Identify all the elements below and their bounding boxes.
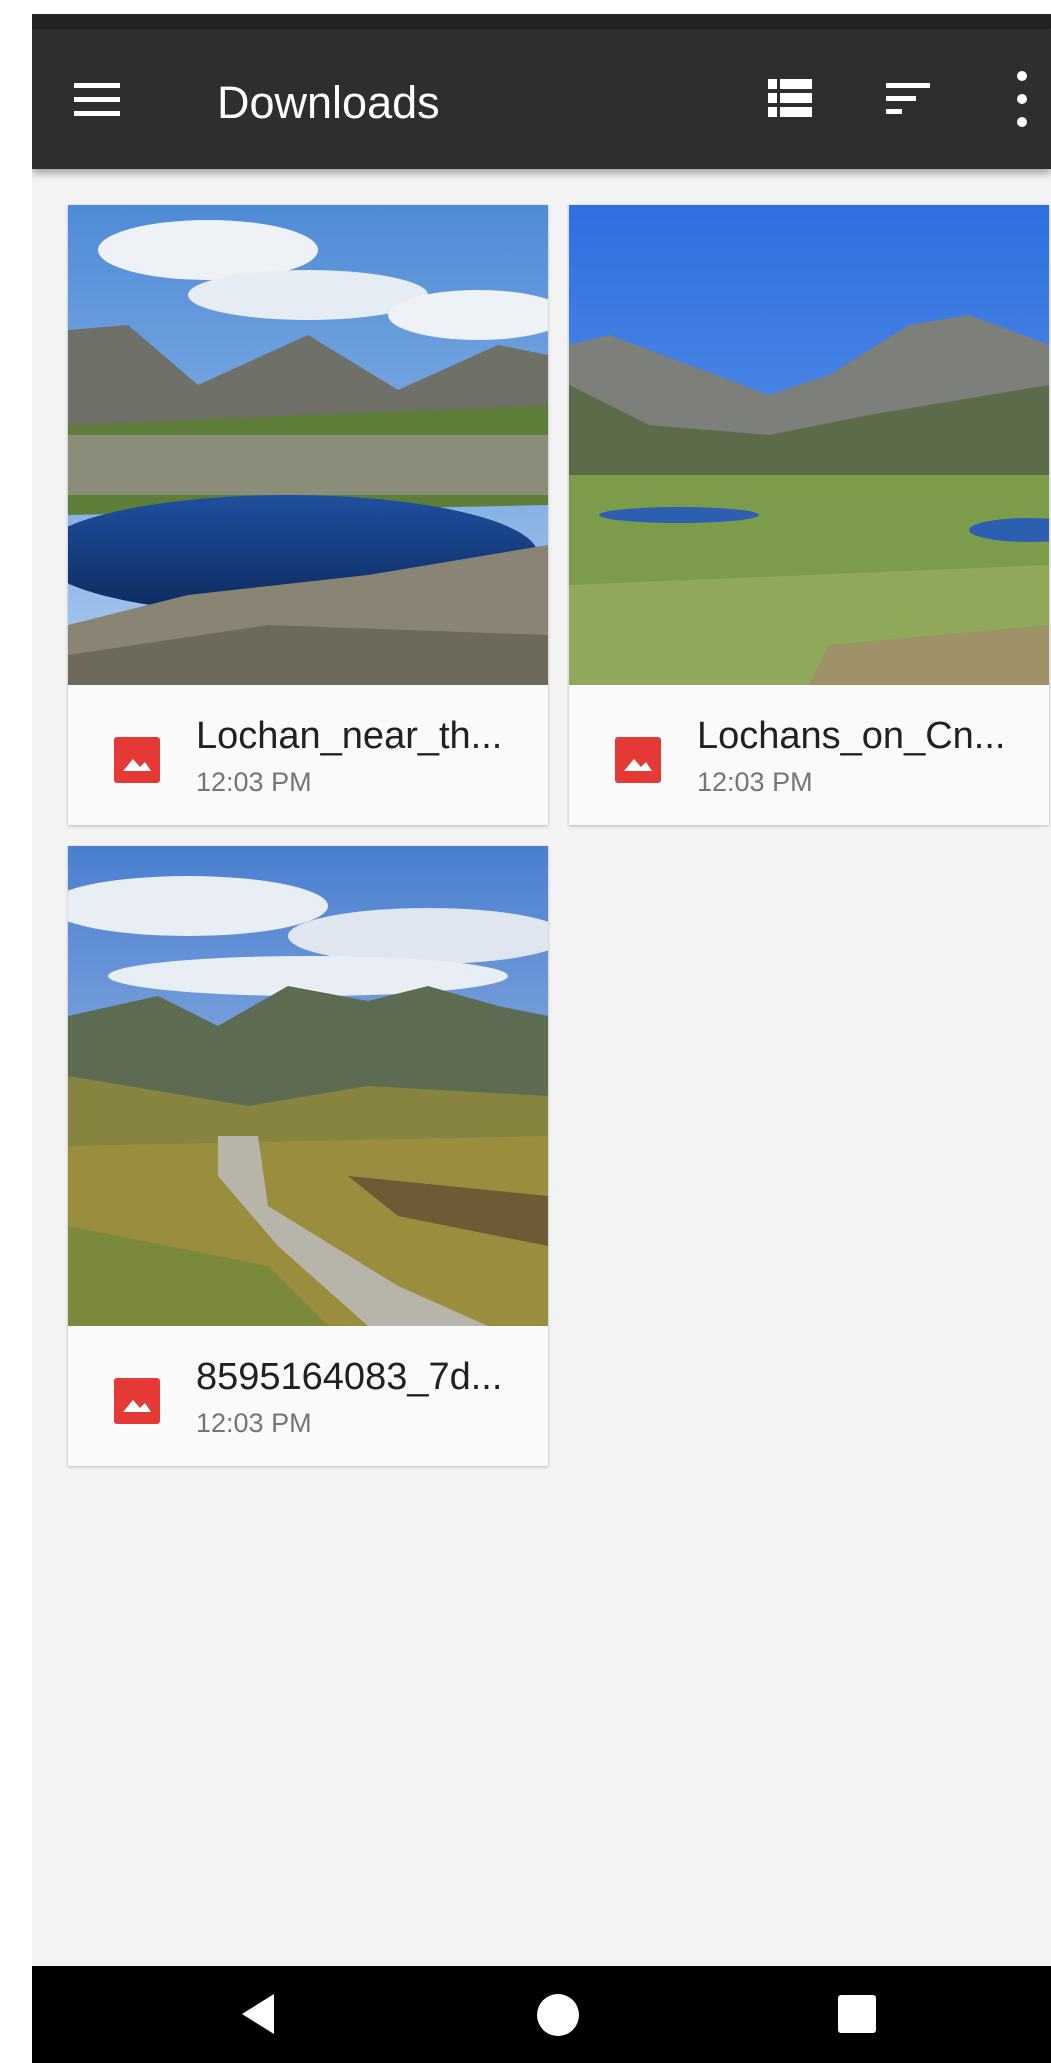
more-vert-icon[interactable] <box>1012 71 1032 127</box>
file-name: Lochan_near_th... <box>196 715 503 757</box>
list-view-icon[interactable] <box>764 75 816 121</box>
sort-icon[interactable] <box>882 77 934 121</box>
file-card[interactable]: Lochans_on_Cn... 12:03 PM <box>569 205 1049 825</box>
image-thumbnail[interactable] <box>68 846 548 1326</box>
menu-icon[interactable] <box>68 71 126 127</box>
file-meta: Lochan_near_th... 12:03 PM <box>68 685 548 825</box>
app-bar: Downloads <box>32 29 1051 169</box>
file-time: 12:03 PM <box>196 1408 312 1438</box>
file-name: 8595164083_7d... <box>196 1356 503 1398</box>
image-file-icon <box>615 737 661 783</box>
file-meta: 8595164083_7d... 12:03 PM <box>68 1326 548 1466</box>
file-name: Lochans_on_Cn... <box>697 715 1006 757</box>
file-meta: Lochans_on_Cn... 12:03 PM <box>569 685 1049 825</box>
recents-icon[interactable] <box>838 1995 876 2033</box>
back-icon[interactable] <box>238 1992 278 2041</box>
status-bar <box>32 14 1051 29</box>
image-thumbnail[interactable] <box>68 205 548 685</box>
image-thumbnail[interactable] <box>569 205 1049 685</box>
file-time: 12:03 PM <box>697 767 813 797</box>
page-title: Downloads <box>217 77 440 128</box>
image-file-icon <box>114 737 160 783</box>
home-icon[interactable] <box>537 1994 579 2036</box>
file-time: 12:03 PM <box>196 767 312 797</box>
image-file-icon <box>114 1378 160 1424</box>
navigation-bar <box>32 1966 1051 2063</box>
file-card[interactable]: 8595164083_7d... 12:03 PM <box>68 846 548 1466</box>
screen: Downloads Lochan_near_th... 12:03 PM Loc… <box>32 14 1051 2063</box>
file-card[interactable]: Lochan_near_th... 12:03 PM <box>68 205 548 825</box>
